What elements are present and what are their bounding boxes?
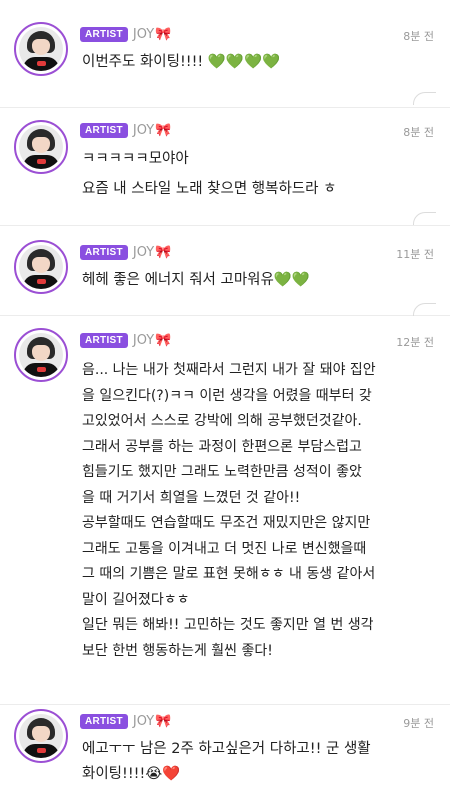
comment-line: 이번주도 화이팅!!!! 💚💚💚💚 — [82, 54, 281, 70]
avatar-photo — [19, 245, 63, 289]
comment-line: 을 때 거기서 희열을 느꼈던 것 같아!! — [82, 489, 301, 506]
comment-line: 일단 뭐든 해봐!! 고민하는 것도 좋지만 열 번 생각 — [82, 617, 374, 633]
comment-line: 을 일으킨다(?)ㅋㅋ 이런 생각을 어렸을 때부터 갖 — [82, 387, 372, 404]
comment-time: 11분 전 — [396, 248, 434, 261]
avatar-photo — [19, 333, 63, 377]
comment-item[interactable]: ARTIST JOY 🎀 11분 전 헤헤 좋은 에너지 줘서 고마워유💚💚 — [0, 226, 450, 316]
author-name[interactable]: JOY — [133, 27, 154, 42]
avatar[interactable] — [14, 120, 68, 174]
reply-corner — [413, 212, 436, 225]
comment-line: 요즘 내 스타일 노래 찾으면 행복하드라 ㅎ — [82, 181, 337, 197]
comment-line: 화이팅!!!!😭❤️ — [82, 766, 181, 782]
avatar-photo — [19, 125, 63, 169]
avatar[interactable] — [14, 328, 68, 382]
comment-line: 그 때의 기쁨은 말로 표현 못해ㅎㅎ 내 동생 같아서 — [82, 566, 376, 582]
avatar[interactable] — [14, 709, 68, 763]
comment-time: 8분 전 — [403, 30, 434, 43]
comment-body: ㅋㅋㅋㅋㅋ모야아 요즘 내 스타일 노래 찾으면 행복하드라 ㅎ — [82, 148, 432, 201]
comment-line: 음... 나는 내가 첫째라서 그런지 내가 잘 돼야 집안 — [82, 362, 376, 378]
bow-emoji: 🎀 — [155, 122, 172, 138]
author-name[interactable]: JOY — [133, 245, 154, 260]
bow-emoji: 🎀 — [155, 713, 172, 729]
artist-badge: ARTIST — [80, 244, 128, 260]
bow-emoji: 🎀 — [155, 332, 172, 348]
comment-line: 말이 길어졌다ㅎㅎ — [82, 591, 190, 608]
comment-line: 힘들기도 했지만 그래도 노력한만큼 성적이 좋았 — [82, 464, 362, 480]
comment-time: 9분 전 — [403, 717, 434, 730]
comment-line: 보단 한번 행동하는게 훨씬 좋다! — [82, 642, 273, 659]
comment-time: 12분 전 — [396, 336, 434, 349]
comment-header: ARTIST JOY 🎀 — [80, 711, 171, 731]
avatar[interactable] — [14, 240, 68, 294]
avatar[interactable] — [14, 22, 68, 76]
comment-line: 고있었어서 스스로 강박에 의해 공부했던것같아. — [82, 413, 362, 429]
comment-body: 헤헤 좋은 에너지 줘서 고마워유💚💚 — [82, 269, 432, 292]
comment-line: 헤헤 좋은 에너지 줘서 고마워유💚💚 — [82, 272, 310, 288]
artist-badge: ARTIST — [80, 713, 128, 729]
comment-feed: ARTIST JOY 🎀 8분 전 이번주도 화이팅!!!! 💚💚💚💚 ARTI… — [0, 0, 450, 800]
comment-body: 에고ㅜㅜ 남은 2주 하고싶은거 다하고!! 군 생활 화이팅!!!!😭❤️ — [82, 738, 432, 786]
comment-header: ARTIST JOY 🎀 — [80, 242, 171, 262]
comment-item[interactable]: ARTIST JOY 🎀 12분 전 음... 나는 내가 첫째라서 그런지 내… — [0, 316, 450, 705]
comment-item[interactable]: ARTIST JOY 🎀 9분 전 에고ㅜㅜ 남은 2주 하고싶은거 다하고!!… — [0, 705, 450, 800]
artist-badge: ARTIST — [80, 26, 128, 42]
comment-line: 에고ㅜㅜ 남은 2주 하고싶은거 다하고!! 군 생활 — [82, 741, 371, 757]
comment-line: 그래서 공부를 하는 과정이 한편으론 부담스럽고 — [82, 438, 362, 455]
comment-header: ARTIST JOY 🎀 — [80, 120, 171, 140]
author-name[interactable]: JOY — [133, 123, 154, 138]
comment-header: ARTIST JOY 🎀 — [80, 24, 171, 44]
bow-emoji: 🎀 — [155, 26, 172, 42]
comment-body: 이번주도 화이팅!!!! 💚💚💚💚 — [82, 51, 432, 74]
reply-corner — [413, 303, 436, 316]
author-name[interactable]: JOY — [133, 333, 154, 348]
author-name[interactable]: JOY — [133, 714, 154, 729]
artist-badge: ARTIST — [80, 332, 128, 348]
artist-badge: ARTIST — [80, 122, 128, 138]
avatar-photo — [19, 714, 63, 758]
comment-item[interactable]: ARTIST JOY 🎀 8분 전 ㅋㅋㅋㅋㅋ모야아 요즘 내 스타일 노래 찾… — [0, 108, 450, 226]
comment-line: 공부할때도 연습할때도 무조건 재밌지만은 않지만 — [82, 515, 371, 531]
bow-emoji: 🎀 — [155, 244, 172, 260]
avatar-photo — [19, 27, 63, 71]
comment-item[interactable]: ARTIST JOY 🎀 8분 전 이번주도 화이팅!!!! 💚💚💚💚 — [0, 0, 450, 108]
comment-header: ARTIST JOY 🎀 — [80, 330, 171, 350]
comment-line: ㅋㅋㅋㅋㅋ모야아 — [82, 151, 189, 167]
comment-time: 8분 전 — [403, 126, 434, 139]
reply-corner — [413, 92, 436, 105]
comment-line: 그래도 고통을 이겨내고 더 멋진 나로 변신했을때 — [82, 540, 367, 557]
comment-body: 음... 나는 내가 첫째라서 그런지 내가 잘 돼야 집안 을 일으킨다(?)… — [82, 358, 432, 664]
